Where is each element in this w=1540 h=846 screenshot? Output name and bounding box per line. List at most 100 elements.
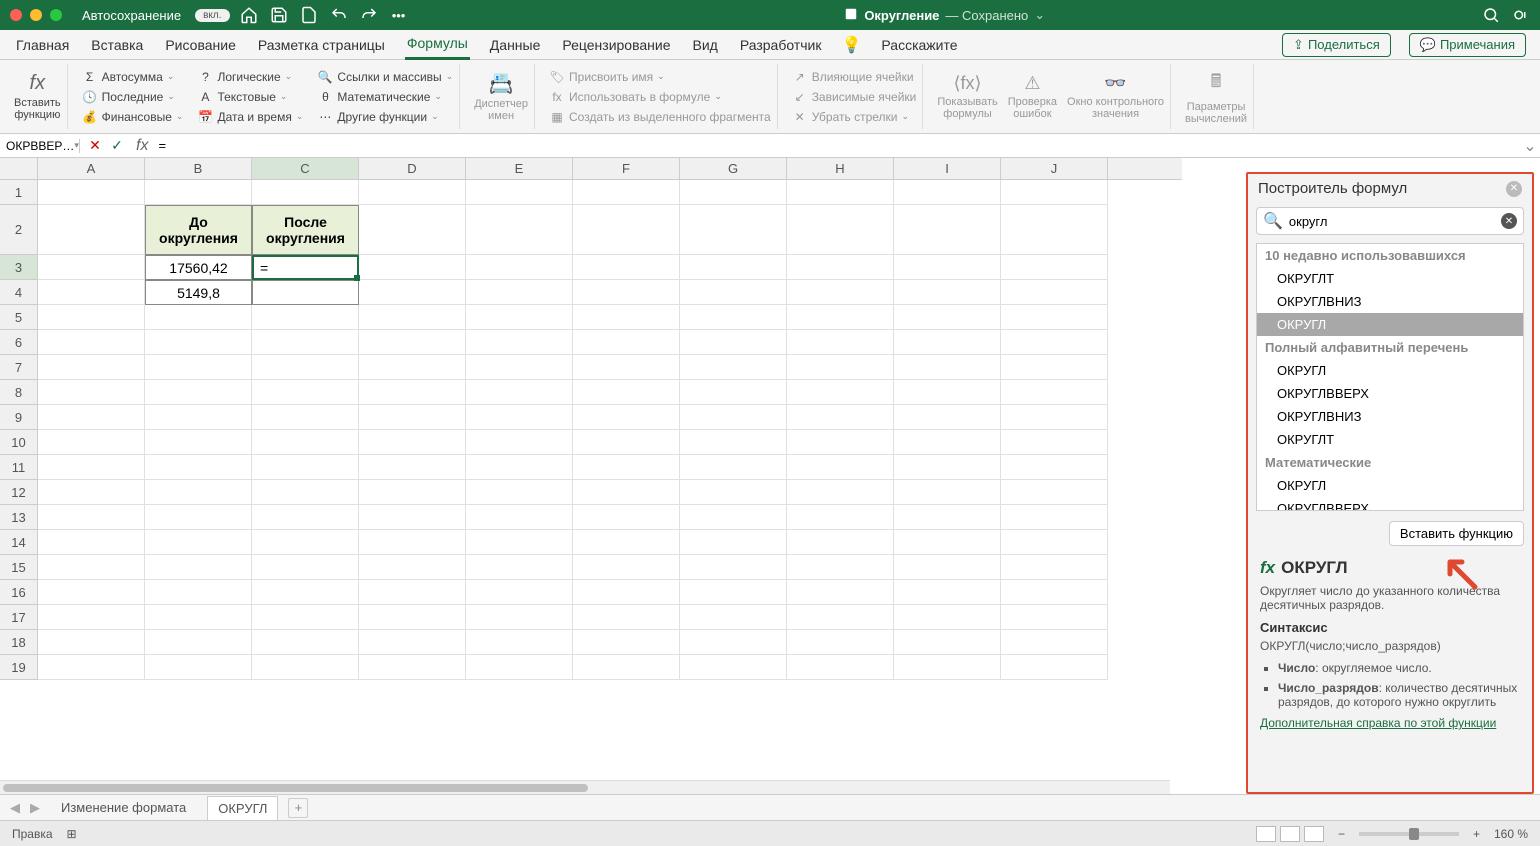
cell[interactable]	[680, 530, 787, 555]
row-header[interactable]: 3	[0, 255, 37, 280]
cell[interactable]	[145, 380, 252, 405]
cell[interactable]	[359, 180, 466, 205]
expand-formula-bar-icon[interactable]: ⌄	[1520, 136, 1540, 156]
cell[interactable]	[38, 305, 145, 330]
cell[interactable]	[894, 630, 1001, 655]
share-button[interactable]: ⇪Поделиться	[1282, 33, 1391, 57]
cell[interactable]	[573, 205, 680, 255]
cell[interactable]	[787, 505, 894, 530]
cell[interactable]	[466, 605, 573, 630]
cell[interactable]	[1001, 180, 1108, 205]
cell[interactable]	[680, 555, 787, 580]
name-manager-button[interactable]: 📇 Диспетчер имен	[474, 71, 528, 122]
cell[interactable]	[359, 330, 466, 355]
cell[interactable]	[787, 430, 894, 455]
cell[interactable]	[1001, 505, 1108, 530]
cell[interactable]	[573, 180, 680, 205]
cell[interactable]	[466, 455, 573, 480]
cell[interactable]	[894, 205, 1001, 255]
tab-page-layout[interactable]: Разметка страницы	[256, 31, 387, 59]
insert-function-panel-button[interactable]: Вставить функцию	[1389, 521, 1524, 546]
cell[interactable]	[252, 555, 359, 580]
cell[interactable]	[359, 405, 466, 430]
clear-search-button[interactable]: ✕	[1501, 213, 1517, 229]
function-search-input[interactable]	[1289, 214, 1495, 229]
zoom-slider[interactable]	[1359, 832, 1459, 836]
row-header[interactable]: 6	[0, 330, 37, 355]
cell-b2[interactable]: До округления	[145, 205, 252, 255]
cell[interactable]	[145, 655, 252, 680]
name-box[interactable]: ОКРВВЕР…▾	[0, 139, 80, 153]
cell[interactable]	[466, 255, 573, 280]
cell[interactable]	[145, 355, 252, 380]
cell[interactable]	[38, 280, 145, 305]
list-item[interactable]: ОКРУГЛВНИЗ	[1257, 290, 1523, 313]
cell[interactable]	[573, 255, 680, 280]
cell[interactable]	[787, 580, 894, 605]
cell[interactable]	[359, 305, 466, 330]
prev-sheet-button[interactable]: ◀	[10, 800, 20, 816]
sheet-tab[interactable]: Изменение формата	[50, 795, 197, 820]
cell[interactable]	[787, 630, 894, 655]
cell[interactable]	[145, 605, 252, 630]
cell[interactable]	[787, 480, 894, 505]
cell[interactable]	[252, 180, 359, 205]
cell[interactable]	[252, 655, 359, 680]
cell[interactable]	[680, 580, 787, 605]
insert-function-button[interactable]: fx Вставить функцию	[14, 72, 61, 121]
cell[interactable]	[1001, 480, 1108, 505]
tab-data[interactable]: Данные	[488, 31, 543, 59]
cell[interactable]	[38, 180, 145, 205]
cell[interactable]	[145, 480, 252, 505]
formula-input[interactable]	[152, 138, 1520, 153]
row-header[interactable]: 19	[0, 655, 37, 680]
row-header[interactable]: 5	[0, 305, 37, 330]
cell[interactable]	[680, 655, 787, 680]
history-icon[interactable]	[300, 6, 318, 24]
view-page-break-button[interactable]	[1304, 826, 1324, 842]
col-header[interactable]: D	[359, 158, 466, 179]
row-header[interactable]: 17	[0, 605, 37, 630]
cell[interactable]	[145, 180, 252, 205]
cell[interactable]	[145, 305, 252, 330]
trace-dependents-button[interactable]: ↙Зависимые ячейки	[792, 89, 917, 105]
cell[interactable]	[252, 330, 359, 355]
autosave-toggle[interactable]: вкл.	[195, 9, 229, 22]
cell[interactable]	[38, 380, 145, 405]
function-list[interactable]: 10 недавно использовавшихся ОКРУГЛТ ОКРУ…	[1256, 243, 1524, 511]
cell[interactable]	[894, 380, 1001, 405]
cell[interactable]	[573, 430, 680, 455]
cell[interactable]	[145, 430, 252, 455]
cell[interactable]	[359, 655, 466, 680]
cell[interactable]	[573, 305, 680, 330]
col-header[interactable]: F	[573, 158, 680, 179]
cell[interactable]	[359, 255, 466, 280]
redo-icon[interactable]	[360, 6, 378, 24]
share-icon[interactable]	[1512, 6, 1530, 24]
cell[interactable]	[787, 455, 894, 480]
logical-button[interactable]: ?Логические⌄	[197, 69, 303, 85]
cancel-formula-button[interactable]: ✕	[86, 137, 104, 155]
cell[interactable]	[787, 605, 894, 630]
close-window-icon[interactable]	[10, 9, 22, 21]
text-button[interactable]: AТекстовые⌄	[197, 89, 303, 105]
cell[interactable]	[466, 655, 573, 680]
cell[interactable]	[787, 380, 894, 405]
date-button[interactable]: 📅Дата и время⌄	[197, 109, 303, 125]
define-name-button[interactable]: 🏷Присвоить имя⌄	[549, 69, 771, 85]
undo-icon[interactable]	[330, 6, 348, 24]
cell[interactable]	[145, 505, 252, 530]
list-item[interactable]: ОКРУГЛ	[1257, 359, 1523, 382]
cell[interactable]	[1001, 580, 1108, 605]
cell[interactable]	[38, 205, 145, 255]
cell[interactable]	[466, 580, 573, 605]
cell[interactable]	[680, 205, 787, 255]
cell[interactable]	[359, 605, 466, 630]
row-header[interactable]: 4	[0, 280, 37, 305]
cell[interactable]	[573, 330, 680, 355]
cell[interactable]	[894, 530, 1001, 555]
list-item[interactable]: ОКРУГЛТ	[1257, 428, 1523, 451]
cell[interactable]	[38, 480, 145, 505]
cell[interactable]	[787, 355, 894, 380]
cell[interactable]	[680, 180, 787, 205]
